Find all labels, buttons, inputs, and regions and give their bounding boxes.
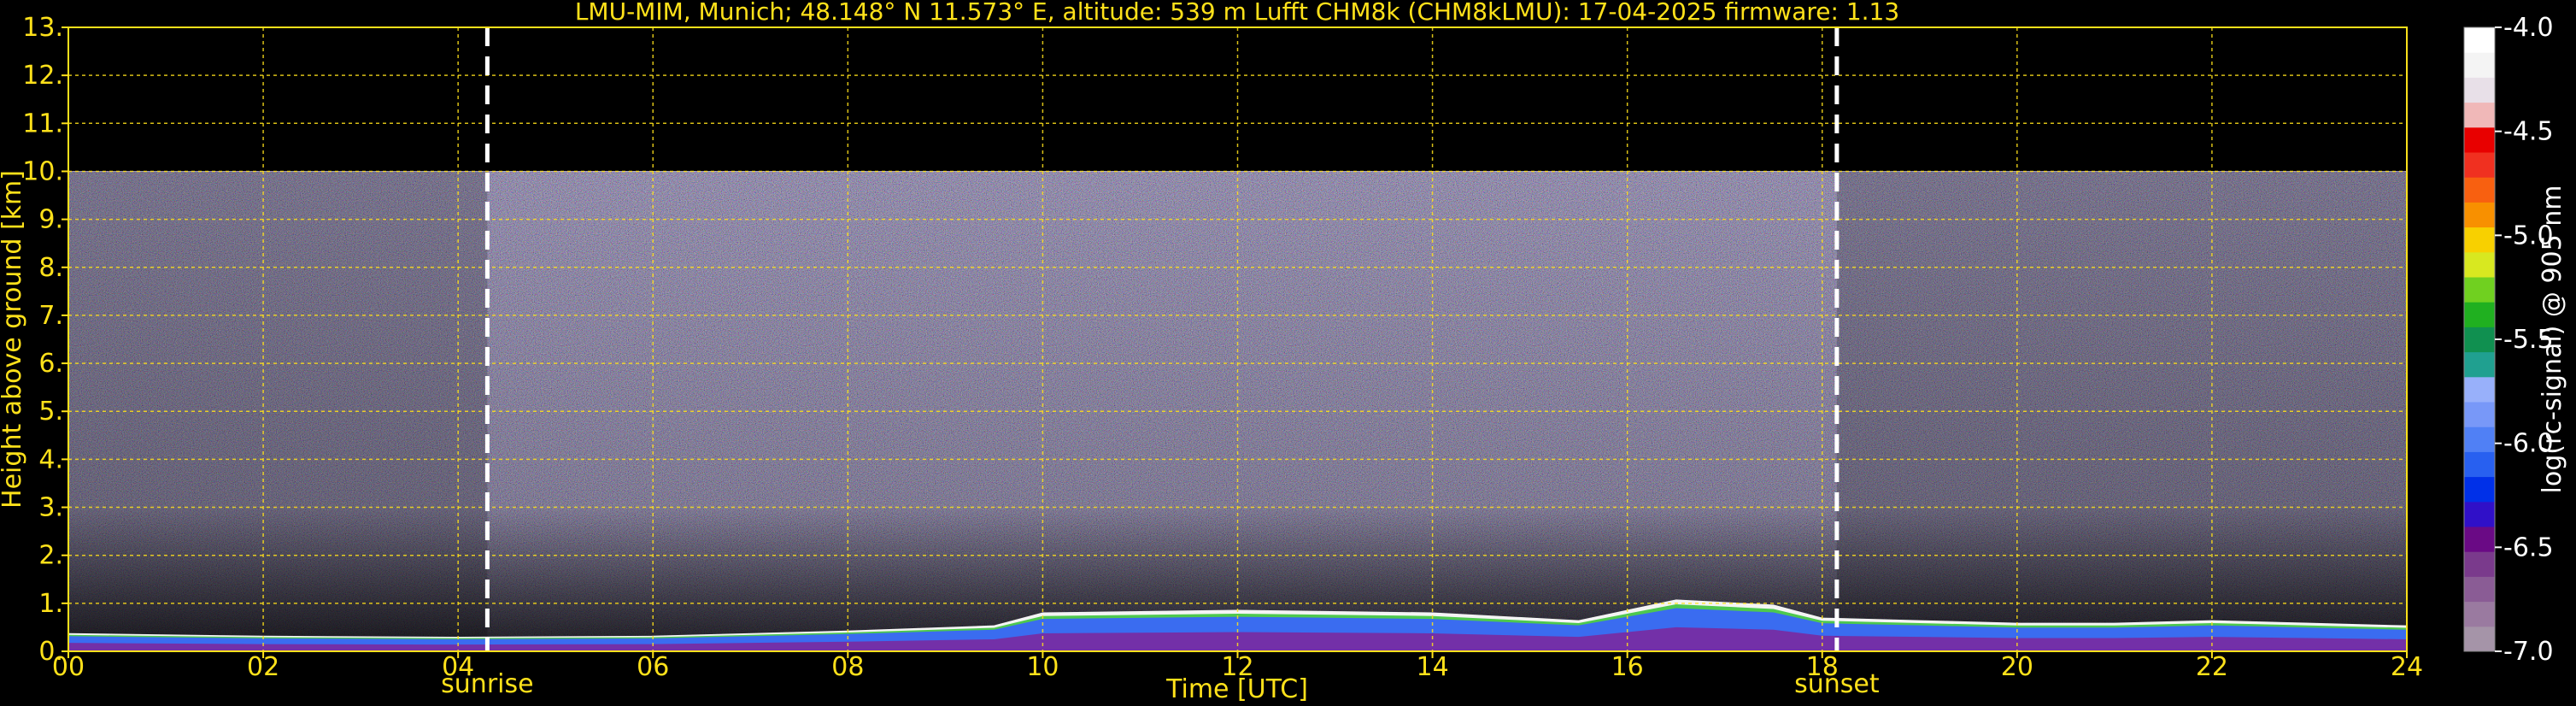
colorbar-tick-label: -7.0 (2503, 637, 2554, 667)
colorbar-swatch (2464, 501, 2495, 527)
x-tick-label: 10 (1026, 652, 1059, 682)
colorbar-swatch (2464, 351, 2495, 378)
colorbar-tick-label: -6.5 (2503, 532, 2554, 562)
y-tick-label: 12. (22, 61, 63, 91)
y-tick-label: 4. (38, 444, 63, 474)
y-tick-label: 9. (38, 205, 63, 235)
colorbar-swatch (2464, 402, 2495, 427)
colorbar-swatch (2464, 376, 2495, 403)
colorbar-swatch (2464, 302, 2495, 327)
y-tick-label: 1. (38, 589, 63, 619)
y-tick-label: 5. (38, 397, 63, 427)
x-tick-label: 22 (2196, 652, 2228, 682)
colorbar-swatch (2464, 102, 2495, 128)
y-tick-label: 13. (22, 13, 63, 43)
y-tick-label: 6. (38, 349, 63, 379)
x-tick-label: 18 (1806, 652, 1839, 682)
y-tick-label: 10. (22, 156, 63, 186)
plot-area (68, 27, 2407, 651)
x-tick-label: 08 (831, 652, 864, 682)
y-tick-label: 8. (38, 253, 63, 283)
x-tick-label: 04 (442, 652, 474, 682)
y-tick-label: 7. (38, 301, 63, 331)
colorbar-swatch (2464, 77, 2495, 103)
y-tick-label: 0. (38, 637, 63, 667)
y-tick-label: 2. (38, 541, 63, 571)
colorbar-swatch (2464, 251, 2495, 278)
ceilometer-chart: LMU-MIM, Munich; 48.148° N 11.573° E, al… (0, 0, 2567, 704)
x-tick-label: 14 (1416, 652, 1448, 682)
y-tick-label: 3. (38, 493, 63, 523)
colorbar-swatch (2464, 551, 2495, 577)
colorbar-swatch (2464, 527, 2495, 552)
x-tick-label: 06 (637, 652, 669, 682)
colorbar-swatch (2464, 277, 2495, 303)
colorbar-swatch (2464, 27, 2495, 53)
colorbar-swatch (2464, 451, 2495, 478)
y-tick-label: 11. (22, 109, 63, 138)
colorbar-swatch (2464, 427, 2495, 452)
x-tick-label: 24 (2391, 652, 2423, 682)
colorbar-label: log(rc-signal) @ 905 nm (2538, 185, 2567, 494)
colorbar-tick-label: -4.5 (2503, 117, 2554, 147)
x-axis-label: Time [UTC] (1165, 674, 1308, 704)
colorbar-swatch (2464, 327, 2495, 353)
colorbar-swatch (2464, 202, 2495, 228)
colorbar-swatch (2464, 576, 2495, 603)
colorbar-tick-label: -4.0 (2503, 13, 2554, 43)
chart-title: LMU-MIM, Munich; 48.148° N 11.573° E, al… (575, 0, 1899, 26)
colorbar-swatch (2464, 152, 2495, 178)
colorbar-swatch (2464, 476, 2495, 503)
colorbar-swatch (2464, 177, 2495, 203)
x-tick-label: 16 (1611, 652, 1644, 682)
x-tick-label: 20 (2001, 652, 2033, 682)
x-tick-label: 02 (247, 652, 279, 682)
colorbar-swatch (2464, 227, 2495, 253)
colorbar-swatch (2464, 601, 2495, 627)
colorbar-swatch (2464, 626, 2495, 652)
colorbar-swatch (2464, 52, 2495, 78)
y-axis-label: Height above ground [km] (0, 170, 27, 509)
colorbar-swatch (2464, 126, 2495, 153)
